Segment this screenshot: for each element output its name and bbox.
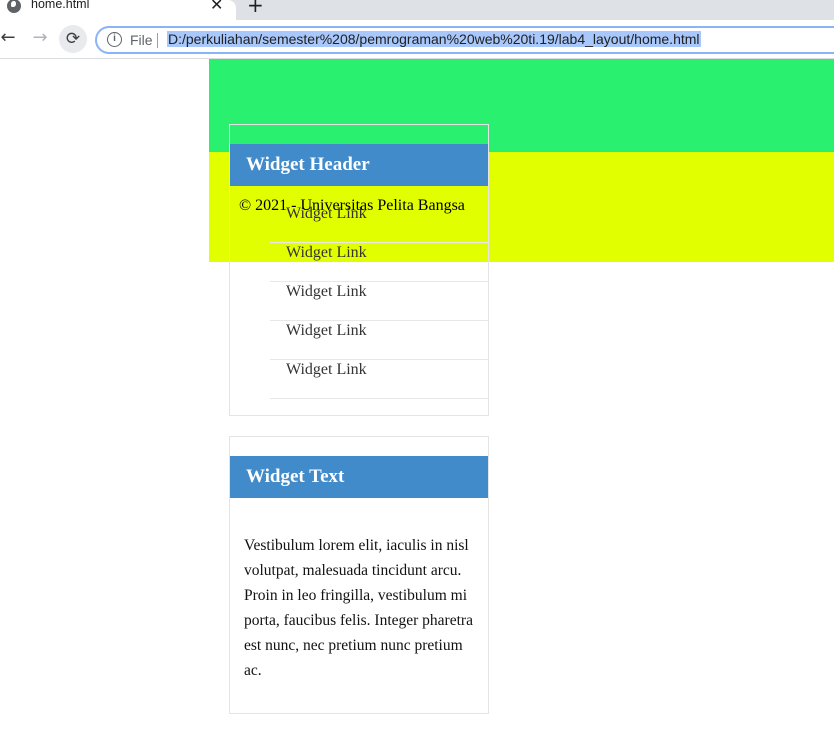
address-divider [157, 33, 158, 48]
list-item: Widget Link [270, 321, 488, 360]
links-widget: Widget Header Widget Link Widget Link Wi… [229, 124, 489, 416]
widget-link[interactable]: Widget Link [270, 243, 488, 263]
info-icon[interactable]: i [107, 32, 122, 47]
browser-toolbar: ← → ⟳ i File D:/perkuliahan/semester%208… [0, 20, 834, 59]
widget-header: Widget Header [230, 144, 488, 186]
browser-tab[interactable]: home.html ✕ [0, 0, 236, 20]
forward-arrow-icon[interactable]: → [29, 27, 51, 49]
back-arrow-icon[interactable]: ← [0, 27, 19, 49]
widget-link[interactable]: Widget Link [270, 282, 488, 302]
list-item: Widget Link [270, 360, 488, 399]
text-widget: Widget Text Vestibulum lorem elit, iacul… [229, 436, 489, 714]
widget-text-header: Widget Text [230, 456, 488, 498]
reload-icon[interactable]: ⟳ [59, 25, 87, 53]
list-item: Widget Link [270, 243, 488, 282]
widget-link[interactable]: Widget Link [270, 321, 488, 341]
footer-copyright: © 2021 - Universitas Pelita Bangsa [239, 197, 465, 214]
file-scheme-label: File [130, 32, 153, 48]
widget-link[interactable]: Widget Link [270, 360, 488, 380]
url-text[interactable]: D:/perkuliahan/semester%208/pemrograman%… [167, 31, 701, 47]
list-item: Widget Link [270, 282, 488, 321]
tab-close-icon[interactable]: ✕ [210, 0, 223, 14]
address-bar[interactable]: i File D:/perkuliahan/semester%208/pemro… [95, 26, 834, 54]
widget-link-list: Widget Link Widget Link Widget Link Widg… [270, 204, 488, 399]
tab-title: home.html [31, 0, 90, 11]
tab-strip: home.html ✕ + [0, 0, 834, 20]
widget-body-text: Vestibulum lorem elit, iaculis in nisl v… [244, 537, 473, 679]
new-tab-icon[interactable]: + [247, 0, 264, 17]
globe-icon [7, 0, 21, 13]
